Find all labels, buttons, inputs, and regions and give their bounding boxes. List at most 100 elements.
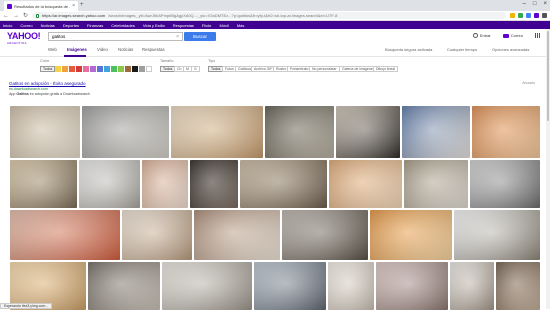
image-result[interactable] xyxy=(171,106,263,158)
extension-icon[interactable] xyxy=(534,13,539,18)
color-swatch[interactable] xyxy=(104,66,110,72)
safe-search-dropdown[interactable]: Búsqueda segura activada xyxy=(385,47,432,52)
advanced-options-link[interactable]: Opciones avanzadas xyxy=(492,47,529,52)
clear-search-icon[interactable]: × xyxy=(176,34,179,40)
image-result[interactable] xyxy=(450,262,494,310)
color-swatch[interactable] xyxy=(125,66,131,72)
nav-item-respuestas[interactable]: Respuestas xyxy=(173,23,194,28)
search-header: YAHOO! ARGENTINA × Buscar Entrar Correo xyxy=(0,29,550,46)
color-all-chip[interactable]: Todos xyxy=(40,66,55,72)
type-chip[interactable]: Archivo GIF xyxy=(251,66,275,72)
minimize-icon[interactable]: – xyxy=(523,1,526,7)
close-window-icon[interactable]: × xyxy=(543,1,547,7)
ad-title-link[interactable]: Gatitos en adopción - Éxito asegurado xyxy=(9,81,549,86)
back-icon[interactable]: ← xyxy=(3,13,9,19)
image-result[interactable] xyxy=(240,160,327,208)
apps-grid-icon[interactable] xyxy=(535,33,540,38)
type-chip[interactable]: No personalizar xyxy=(309,66,340,72)
bookmark-star-icon[interactable] xyxy=(510,13,515,18)
color-swatch[interactable] xyxy=(62,66,68,72)
forward-icon[interactable]: → xyxy=(13,13,19,19)
image-result[interactable] xyxy=(328,262,374,310)
scrollbar-thumb[interactable] xyxy=(547,31,549,121)
image-result[interactable] xyxy=(496,262,540,310)
browser-tab[interactable]: Resultados de la búsqueda de ... × xyxy=(4,1,78,11)
tab-video[interactable]: Video xyxy=(97,47,108,52)
type-chip[interactable]: Galería de imágenes xyxy=(339,66,378,72)
signin-button[interactable]: Entrar xyxy=(473,33,491,38)
tab-web[interactable]: Web xyxy=(48,47,57,52)
image-result[interactable] xyxy=(194,210,280,260)
extension-icon[interactable] xyxy=(518,13,523,18)
color-swatch[interactable] xyxy=(90,66,96,72)
address-path: /search/images;_ylt=AwrJ6hAPmpbBgAgpXd0Q… xyxy=(108,13,337,18)
search-box[interactable]: × xyxy=(48,32,183,41)
image-result[interactable] xyxy=(10,210,120,260)
nav-item-inicio[interactable]: Inicio xyxy=(3,23,12,28)
address-bar[interactable]: https://ar.images.search.yahoo.com /sear… xyxy=(32,12,506,19)
image-result[interactable] xyxy=(329,160,402,208)
image-result[interactable] xyxy=(265,106,334,158)
image-result[interactable] xyxy=(404,160,468,208)
image-result[interactable] xyxy=(142,160,188,208)
image-result[interactable] xyxy=(162,262,252,310)
new-tab-icon[interactable]: + xyxy=(80,2,84,8)
extension-icon[interactable] xyxy=(526,13,531,18)
yahoo-logo[interactable]: YAHOO! xyxy=(7,31,40,41)
reload-icon[interactable]: ↻ xyxy=(23,12,28,19)
size-chip[interactable]: G xyxy=(191,66,200,72)
tab-imagenes[interactable]: Imágenes xyxy=(67,47,87,52)
image-result[interactable] xyxy=(254,262,326,310)
image-result[interactable] xyxy=(402,106,470,158)
status-bar: Esperando ttsx3.yimg.com... xyxy=(0,303,52,309)
image-result[interactable] xyxy=(122,210,192,260)
nav-item-finanzas[interactable]: Finanzas xyxy=(87,23,103,28)
ad-url[interactable]: es.downloadsearch.com xyxy=(9,87,549,91)
nav-item-vida-estilo[interactable]: Vida y Estilo xyxy=(143,23,165,28)
color-swatch[interactable] xyxy=(83,66,89,72)
color-swatch[interactable] xyxy=(76,66,82,72)
sponsored-result: Gatitos en adopción - Éxito asegurado es… xyxy=(9,81,549,96)
time-filter-dropdown[interactable]: Cualquier tiempo xyxy=(447,47,477,52)
color-swatch[interactable] xyxy=(97,66,103,72)
mail-button[interactable]: Correo xyxy=(503,33,523,38)
image-result[interactable] xyxy=(282,210,368,260)
image-result[interactable] xyxy=(190,160,238,208)
color-swatch[interactable] xyxy=(55,66,61,72)
color-swatch[interactable] xyxy=(69,66,75,72)
nav-item-celebridades[interactable]: Celebridades xyxy=(111,23,135,28)
nav-item-correo[interactable]: Correo xyxy=(20,23,32,28)
page-scrollbar[interactable] xyxy=(546,29,550,309)
color-swatch[interactable] xyxy=(132,66,138,72)
image-result[interactable] xyxy=(370,210,452,260)
image-result[interactable] xyxy=(10,160,77,208)
image-result[interactable] xyxy=(10,106,80,158)
nav-item-deportes[interactable]: Deportes xyxy=(63,23,79,28)
image-result[interactable] xyxy=(88,262,160,310)
maximize-icon[interactable]: □ xyxy=(533,1,537,7)
nav-item-mas[interactable]: Más xyxy=(237,23,245,28)
color-swatch[interactable] xyxy=(139,66,145,72)
close-tab-icon[interactable]: × xyxy=(72,3,75,9)
search-input[interactable] xyxy=(52,34,176,39)
nav-item-flickr[interactable]: Flickr xyxy=(202,23,212,28)
color-swatch[interactable] xyxy=(146,66,152,72)
nav-item-movil[interactable]: Móvil xyxy=(219,23,228,28)
image-result[interactable] xyxy=(82,106,169,158)
tab-respuestas[interactable]: Respuestas xyxy=(142,47,165,52)
image-result[interactable] xyxy=(376,262,448,310)
menu-icon[interactable] xyxy=(542,13,547,18)
image-result[interactable] xyxy=(454,210,540,260)
user-icon xyxy=(473,33,478,38)
type-chip[interactable]: Portaretrato xyxy=(287,66,311,72)
color-swatch[interactable] xyxy=(118,66,124,72)
type-chip[interactable]: Dibujo lineal xyxy=(373,66,398,72)
nav-item-noticias[interactable]: Noticias xyxy=(41,23,55,28)
image-result[interactable] xyxy=(470,160,540,208)
color-swatch[interactable] xyxy=(111,66,117,72)
tab-noticias[interactable]: Noticias xyxy=(118,47,133,52)
image-result[interactable] xyxy=(79,160,140,208)
search-button[interactable]: Buscar xyxy=(184,32,216,41)
image-result[interactable] xyxy=(336,106,400,158)
image-result[interactable] xyxy=(472,106,540,158)
